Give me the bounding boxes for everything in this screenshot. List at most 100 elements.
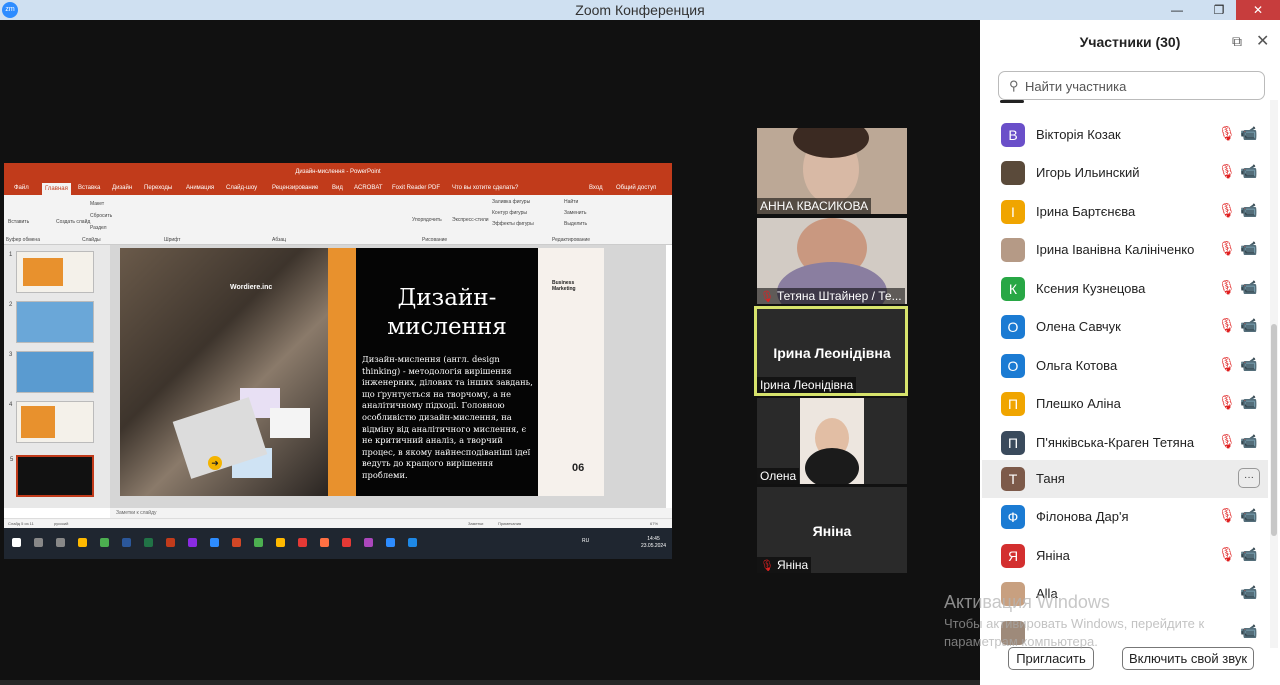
folder-icon[interactable] bbox=[276, 538, 285, 547]
zoom-icon[interactable] bbox=[386, 538, 395, 547]
slide-thumbnail[interactable]: 2 bbox=[9, 301, 94, 343]
mic-off-icon[interactable]: 🎙 bbox=[1218, 546, 1236, 563]
scrollbar-thumb[interactable] bbox=[1271, 324, 1277, 536]
list-item[interactable]: К Ксения Кузнецова 🎙 📹 bbox=[982, 270, 1268, 308]
video-off-icon[interactable]: 📹 bbox=[1240, 279, 1257, 296]
participants-scrollbar[interactable] bbox=[1270, 100, 1278, 648]
section-button[interactable]: Раздел bbox=[90, 225, 107, 231]
powerpoint-icon[interactable] bbox=[166, 538, 175, 547]
video-off-icon[interactable]: 📹 bbox=[1240, 125, 1257, 142]
tell-me-input[interactable]: Что вы хотите сделать? bbox=[452, 185, 518, 191]
slide-thumbnail-active[interactable]: 5 bbox=[10, 455, 94, 497]
app-icon[interactable] bbox=[364, 538, 373, 547]
list-item[interactable]: П П'янківська-Краген Тетяна 🎙 📹 bbox=[982, 424, 1268, 462]
app-icon[interactable] bbox=[232, 538, 241, 547]
slide-notes[interactable]: Заметки к слайду bbox=[110, 508, 672, 518]
video-off-icon[interactable]: 📹 bbox=[1240, 317, 1257, 334]
app-icon[interactable] bbox=[210, 538, 219, 547]
video-tile[interactable]: Яніна 🎙 Яніна bbox=[757, 487, 907, 573]
share-button[interactable]: Общий доступ bbox=[616, 185, 656, 191]
reset-button[interactable]: Сбросить bbox=[90, 213, 112, 219]
video-off-icon[interactable]: 📹 bbox=[1240, 163, 1257, 180]
menu-animations[interactable]: Анимация bbox=[186, 185, 214, 191]
mic-off-icon[interactable]: 🎙 bbox=[1218, 317, 1236, 334]
list-item[interactable]: Ірина Іванівна Калініченко 🎙 📹 bbox=[982, 231, 1268, 269]
mic-off-icon[interactable]: 🎙 bbox=[1218, 240, 1236, 257]
menu-design[interactable]: Дизайн bbox=[112, 185, 132, 191]
video-off-icon[interactable]: 📹 bbox=[1240, 356, 1257, 373]
video-off-icon[interactable]: 📹 bbox=[1240, 433, 1257, 450]
list-item[interactable]: І Ірина Бартєнєва 🎙 📹 bbox=[982, 193, 1268, 231]
word-icon[interactable] bbox=[122, 538, 131, 547]
new-slide-button[interactable]: Создать слайд bbox=[56, 219, 90, 225]
firefox-icon[interactable] bbox=[320, 538, 329, 547]
comments-toggle[interactable]: Примечания bbox=[498, 521, 521, 526]
zoom-level[interactable]: 67% bbox=[650, 521, 658, 526]
video-off-icon[interactable]: 📹 bbox=[1240, 240, 1257, 257]
taskbar-language[interactable]: RU bbox=[582, 538, 589, 544]
mic-off-icon[interactable]: 🎙 bbox=[1218, 202, 1236, 219]
slide-thumbnail[interactable]: 4 bbox=[9, 401, 94, 443]
menu-foxit[interactable]: Foxit Reader PDF bbox=[392, 185, 440, 191]
video-off-icon[interactable]: 📹 bbox=[1240, 507, 1257, 524]
slide-thumbnail[interactable]: 1 bbox=[9, 251, 94, 293]
search-taskbar-icon[interactable] bbox=[34, 538, 43, 547]
shape-outline-button[interactable]: Контур фигуры bbox=[492, 210, 527, 216]
menu-review[interactable]: Рецензирование bbox=[272, 185, 318, 191]
shape-fill-button[interactable]: Заливка фигуры bbox=[492, 199, 530, 205]
video-tile[interactable]: АННА КВАСИКОВА bbox=[757, 128, 907, 214]
edge-icon[interactable] bbox=[408, 538, 417, 547]
video-on-icon[interactable]: 📹 bbox=[1240, 202, 1257, 219]
list-item[interactable]: О Олена Савчук 🎙 📹 bbox=[982, 308, 1268, 346]
chrome-icon[interactable] bbox=[342, 538, 351, 547]
mic-off-icon[interactable]: 🎙 bbox=[1218, 507, 1236, 524]
excel-icon[interactable] bbox=[144, 538, 153, 547]
app-icon[interactable] bbox=[188, 538, 197, 547]
menu-view[interactable]: Вид bbox=[332, 185, 343, 191]
mic-off-icon[interactable]: 🎙 bbox=[1218, 433, 1236, 450]
popout-icon[interactable]: ⧉ bbox=[1232, 33, 1242, 50]
video-off-icon[interactable]: 📹 bbox=[1240, 584, 1257, 601]
menu-home[interactable]: Главная bbox=[42, 183, 71, 195]
mic-off-icon[interactable]: 🎙 bbox=[1218, 394, 1236, 411]
video-off-icon[interactable]: 📹 bbox=[1240, 546, 1257, 563]
video-tile[interactable]: Олена bbox=[757, 398, 907, 484]
taskbar-clock[interactable]: 14:45 23.05.2024 bbox=[641, 536, 666, 550]
list-item[interactable]: Т Таня ··· bbox=[982, 460, 1268, 498]
video-tile-active-speaker[interactable]: Ірина Леонідівна Ірина Леонідівна bbox=[754, 306, 908, 396]
list-item[interactable]: О Ольга Котова 🎙 📹 bbox=[982, 347, 1268, 385]
minimize-button[interactable]: — bbox=[1162, 0, 1192, 20]
close-window-button[interactable]: ✕ bbox=[1236, 0, 1280, 20]
more-options-button[interactable]: ··· bbox=[1238, 468, 1260, 488]
slide-thumbnail[interactable]: 3 bbox=[9, 351, 94, 393]
app-icon[interactable] bbox=[254, 538, 263, 547]
list-item[interactable]: Ф Філонова Дар'я 🎙 📹 bbox=[982, 498, 1268, 536]
app-icon[interactable] bbox=[100, 538, 109, 547]
mic-off-icon[interactable]: 🎙 bbox=[1218, 356, 1236, 373]
menu-slideshow[interactable]: Слайд-шоу bbox=[226, 185, 257, 191]
participant-search[interactable]: ⚲ bbox=[998, 71, 1265, 100]
video-off-icon[interactable]: 📹 bbox=[1240, 394, 1257, 411]
mic-off-icon[interactable]: 🎙 bbox=[1218, 125, 1236, 142]
quick-styles-button[interactable]: Экспресс-стили bbox=[452, 217, 489, 223]
paste-button[interactable]: Вставить bbox=[8, 219, 29, 225]
replace-button[interactable]: Заменить bbox=[564, 210, 586, 216]
select-button[interactable]: Выделить bbox=[564, 221, 587, 227]
search-input[interactable] bbox=[1025, 77, 1255, 95]
menu-insert[interactable]: Вставка bbox=[78, 185, 100, 191]
start-icon[interactable] bbox=[12, 538, 21, 547]
current-slide[interactable]: Wordiere.inc ➜ Дизайн-мислення Дизайн-ми… bbox=[120, 248, 604, 496]
menu-transitions[interactable]: Переходы bbox=[144, 185, 172, 191]
video-tile[interactable]: 🎙 Тетяна Штайнер / Те... bbox=[757, 218, 907, 304]
mic-off-icon[interactable]: 🎙 bbox=[1218, 279, 1236, 296]
explorer-icon[interactable] bbox=[78, 538, 87, 547]
list-item[interactable]: П Плешко Аліна 🎙 📹 bbox=[982, 385, 1268, 423]
taskview-icon[interactable] bbox=[56, 538, 65, 547]
list-item[interactable]: Игорь Ильинский 🎙 📹 bbox=[982, 154, 1268, 192]
shape-effects-button[interactable]: Эффекты фигуры bbox=[492, 221, 534, 227]
app-icon[interactable] bbox=[298, 538, 307, 547]
menu-file[interactable]: Файл bbox=[14, 185, 29, 191]
list-item[interactable]: В Вікторія Козак 🎙 📹 bbox=[982, 116, 1268, 154]
layout-button[interactable]: Макет bbox=[90, 201, 104, 207]
arrange-button[interactable]: Упорядочить bbox=[412, 217, 442, 223]
